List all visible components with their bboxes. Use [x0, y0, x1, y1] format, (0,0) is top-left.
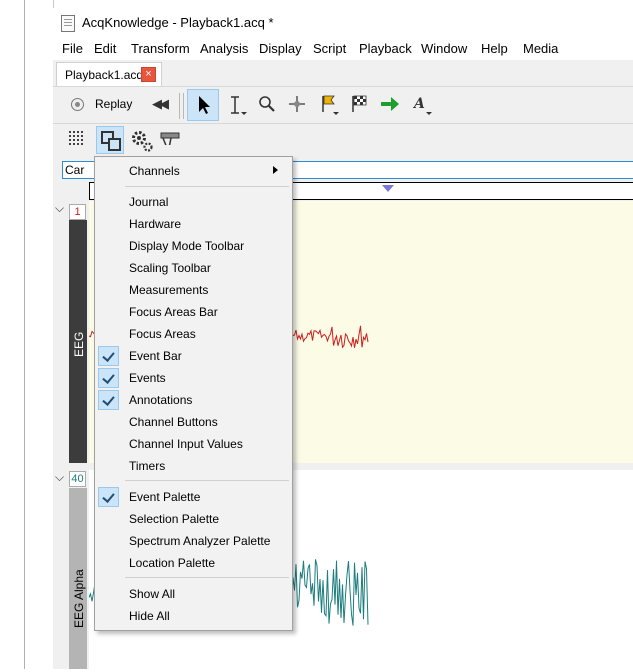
channel-label-bar[interactable]: EEG [69, 220, 87, 463]
app-document-icon [61, 15, 75, 32]
close-tab-icon[interactable]: × [141, 67, 156, 82]
menu-item-display-mode-toolbar[interactable]: Display Mode Toolbar [95, 235, 292, 257]
menu-item-channels[interactable]: Channels [95, 160, 292, 182]
menu-item-spectrum-analyzer-palette[interactable]: Spectrum Analyzer Palette [95, 530, 292, 552]
menu-help[interactable]: Help [481, 41, 508, 56]
window-title: AcqKnowledge - Playback1.acq * [82, 15, 274, 30]
desktop-background [0, 0, 54, 669]
menu-item-focus-areas[interactable]: Focus Areas [95, 323, 292, 345]
menu-item-label: Show All [129, 587, 176, 601]
channel-label: EEG [72, 331, 86, 357]
channel-label: EEG Alpha [72, 569, 86, 628]
menu-separator [125, 480, 289, 481]
svg-text:A: A [412, 96, 425, 112]
document-tab[interactable]: Playback1.acq × [56, 62, 162, 86]
menu-item-label: Display Mode Toolbar [129, 239, 245, 253]
grid-icon[interactable] [68, 130, 84, 146]
replay-icon[interactable] [71, 98, 84, 111]
menu-item-label: Annotations [129, 393, 193, 407]
menu-item-events[interactable]: Events [95, 367, 292, 389]
menu-item-label: Event Palette [129, 490, 201, 504]
collapse-channel-icon[interactable]: ⌵ [55, 470, 64, 485]
menu-playback[interactable]: Playback [359, 41, 412, 56]
zoom-tool-icon[interactable] [258, 95, 276, 113]
document-tab-label: Playback1.acq [65, 68, 144, 82]
menu-item-scaling-toolbar[interactable]: Scaling Toolbar [95, 257, 292, 279]
channel-number[interactable]: 1 [69, 204, 86, 220]
menu-window[interactable]: Window [421, 41, 467, 56]
collapse-channel-icon[interactable]: ⌵ [55, 201, 64, 216]
menu-bar: File Edit Transform Analysis Display Scr… [53, 38, 633, 60]
menu-item-channel-input-values[interactable]: Channel Input Values [95, 433, 292, 455]
menu-separator [125, 186, 289, 187]
menu-item-journal[interactable]: Journal [95, 191, 292, 213]
menu-item-label: Channel Input Values [129, 437, 243, 451]
pan-tool-icon[interactable] [288, 95, 306, 113]
menu-item-label: Hide All [129, 609, 170, 623]
menu-item-label: Channels [129, 164, 180, 178]
menu-item-label: Hardware [129, 217, 182, 231]
menu-item-location-palette[interactable]: Location Palette [95, 552, 292, 574]
menu-item-label: Events [129, 371, 166, 385]
checkmark-icon [98, 368, 119, 388]
show-dropdown-menu: Channels Journal Hardware Display Mode T… [94, 156, 293, 631]
menu-transform[interactable]: Transform [131, 41, 190, 56]
checkmark-icon [98, 346, 119, 366]
menu-item-label: Focus Areas [129, 327, 196, 341]
tools-icon[interactable] [159, 129, 181, 145]
replay-button[interactable]: Replay [95, 97, 132, 111]
checkmark-icon [98, 487, 119, 507]
menu-item-event-bar[interactable]: Event Bar [95, 345, 292, 367]
checkered-flag-icon[interactable] [350, 93, 370, 115]
menu-item-label: Focus Areas Bar [129, 305, 218, 319]
menu-item-event-palette[interactable]: Event Palette [95, 486, 292, 508]
menu-item-timers[interactable]: Timers [95, 455, 292, 477]
event-marker-icon[interactable] [382, 185, 394, 192]
playback-toolbar: Replay ◀◀ A [53, 87, 633, 124]
channel-number[interactable]: 40 [69, 471, 86, 487]
menu-item-selection-palette[interactable]: Selection Palette [95, 508, 292, 530]
display-toolbar [53, 124, 633, 157]
checkmark-icon [98, 390, 119, 410]
title-bar[interactable]: AcqKnowledge - Playback1.acq * [53, 8, 633, 38]
menu-item-show-all[interactable]: Show All [95, 583, 292, 605]
menu-item-annotations[interactable]: Annotations [95, 389, 292, 411]
annotation-text-tool-icon[interactable]: A [411, 93, 435, 117]
arrow-tool-button[interactable] [187, 89, 219, 121]
toolbar-separator [179, 93, 180, 119]
menu-item-hardware[interactable]: Hardware [95, 213, 292, 235]
cursor-arrow-icon [199, 96, 210, 114]
menu-item-label: Selection Palette [129, 512, 220, 526]
menu-item-label: Spectrum Analyzer Palette [129, 534, 271, 548]
menu-item-hide-all[interactable]: Hide All [95, 605, 292, 627]
channel-label-bar[interactable]: EEG Alpha [69, 488, 87, 669]
menu-media[interactable]: Media [523, 41, 558, 56]
ibeam-selection-tool-icon[interactable] [227, 95, 247, 117]
gears-icon[interactable] [129, 128, 155, 154]
menu-item-label: Event Bar [129, 349, 182, 363]
menu-item-channel-buttons[interactable]: Channel Buttons [95, 411, 292, 433]
menu-display[interactable]: Display [259, 41, 302, 56]
menu-file[interactable]: File [62, 41, 83, 56]
green-arrow-icon[interactable] [380, 96, 400, 112]
menu-item-measurements[interactable]: Measurements [95, 279, 292, 301]
document-tab-bar: Playback1.acq × [53, 60, 633, 87]
submenu-arrow-icon [273, 166, 278, 174]
rewind-icon[interactable]: ◀◀ [152, 96, 169, 112]
menu-analysis[interactable]: Analysis [200, 41, 248, 56]
menu-separator [125, 577, 289, 578]
toolbar-separator [183, 93, 184, 119]
event-flag-tool-icon[interactable] [319, 93, 341, 117]
menu-script[interactable]: Script [313, 41, 346, 56]
show-menu-icon[interactable] [96, 126, 124, 154]
menu-edit[interactable]: Edit [94, 41, 116, 56]
desktop-divider [24, 0, 25, 669]
menu-item-label: Channel Buttons [129, 415, 218, 429]
menu-item-label: Journal [129, 195, 169, 209]
menu-item-focus-areas-bar[interactable]: Focus Areas Bar [95, 301, 292, 323]
menu-item-label: Scaling Toolbar [129, 261, 211, 275]
menu-item-label: Location Palette [129, 556, 216, 570]
menu-item-label: Timers [129, 459, 166, 473]
menu-item-label: Measurements [129, 283, 209, 297]
